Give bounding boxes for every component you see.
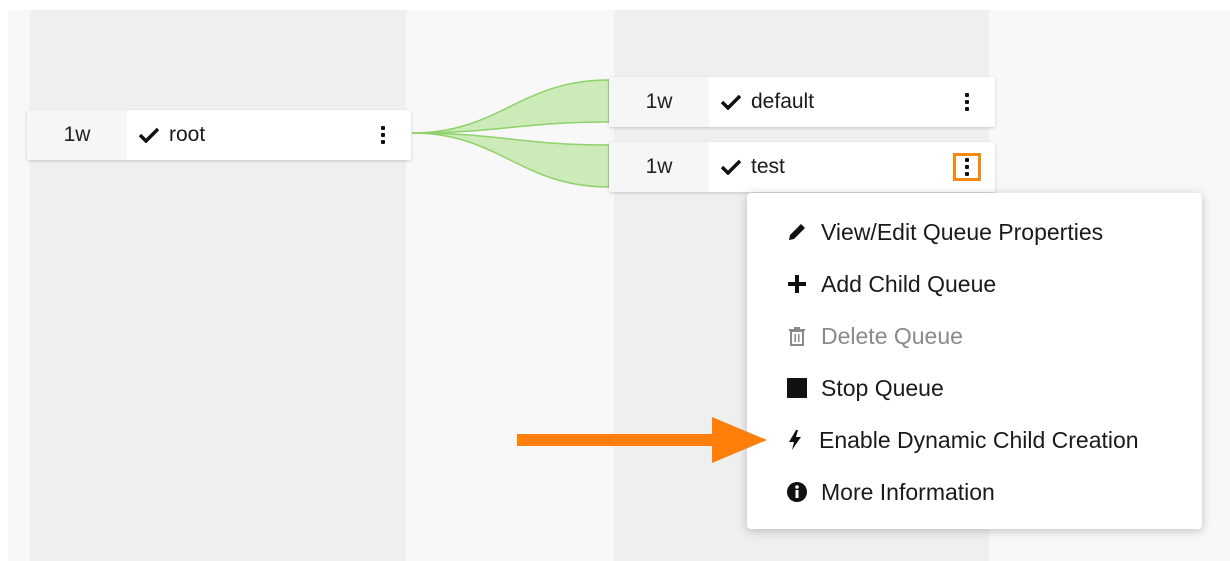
queue-card-default[interactable]: 1w default	[609, 77, 995, 127]
stop-icon	[785, 376, 809, 400]
menu-item-enable-dynamic-child-creation[interactable]: Enable Dynamic Child Creation	[783, 422, 1139, 458]
menu-item-add-child-queue[interactable]: Add Child Queue	[785, 266, 996, 302]
queue-weight: 1w	[609, 142, 709, 192]
pencil-icon	[785, 220, 809, 244]
queue-context-menu: View/Edit Queue Properties Add Child Que…	[747, 193, 1202, 529]
queue-name-cell: default	[709, 90, 953, 114]
queue-name: default	[751, 90, 815, 113]
menu-item-label: Enable Dynamic Child Creation	[819, 426, 1139, 453]
menu-item-stop-queue[interactable]: Stop Queue	[785, 370, 944, 406]
bolt-icon	[783, 428, 807, 452]
annotation-arrow-icon	[517, 417, 767, 463]
queue-weight: 1w	[609, 77, 709, 127]
menu-item-more-information[interactable]: More Information	[785, 474, 995, 510]
menu-item-delete-queue: Delete Queue	[785, 318, 963, 354]
kebab-menu-icon[interactable]	[953, 88, 981, 116]
queue-weight: 1w	[27, 110, 127, 160]
queue-name: test	[751, 155, 785, 178]
kebab-menu-icon-highlighted[interactable]	[953, 153, 981, 181]
menu-item-view-edit-properties[interactable]: View/Edit Queue Properties	[785, 214, 1103, 250]
check-icon	[139, 127, 159, 143]
queue-name-cell: root	[127, 123, 369, 147]
trash-icon	[785, 324, 809, 348]
info-icon	[785, 480, 809, 504]
queue-card-root[interactable]: 1w root	[27, 110, 411, 160]
check-icon	[721, 94, 741, 110]
queue-name-cell: test	[709, 155, 953, 179]
menu-item-label: Delete Queue	[821, 322, 963, 349]
connector-root-default	[411, 79, 610, 134]
menu-item-label: View/Edit Queue Properties	[821, 218, 1104, 245]
queue-card-test[interactable]: 1w test	[609, 142, 995, 192]
plus-icon	[785, 272, 809, 296]
kebab-menu-icon[interactable]	[369, 121, 397, 149]
menu-item-label: More Information	[821, 478, 995, 505]
menu-item-label: Add Child Queue	[821, 270, 997, 297]
check-icon	[721, 159, 741, 175]
queue-name: root	[169, 123, 206, 146]
connector-root-test	[411, 132, 610, 188]
menu-item-label: Stop Queue	[821, 374, 944, 401]
